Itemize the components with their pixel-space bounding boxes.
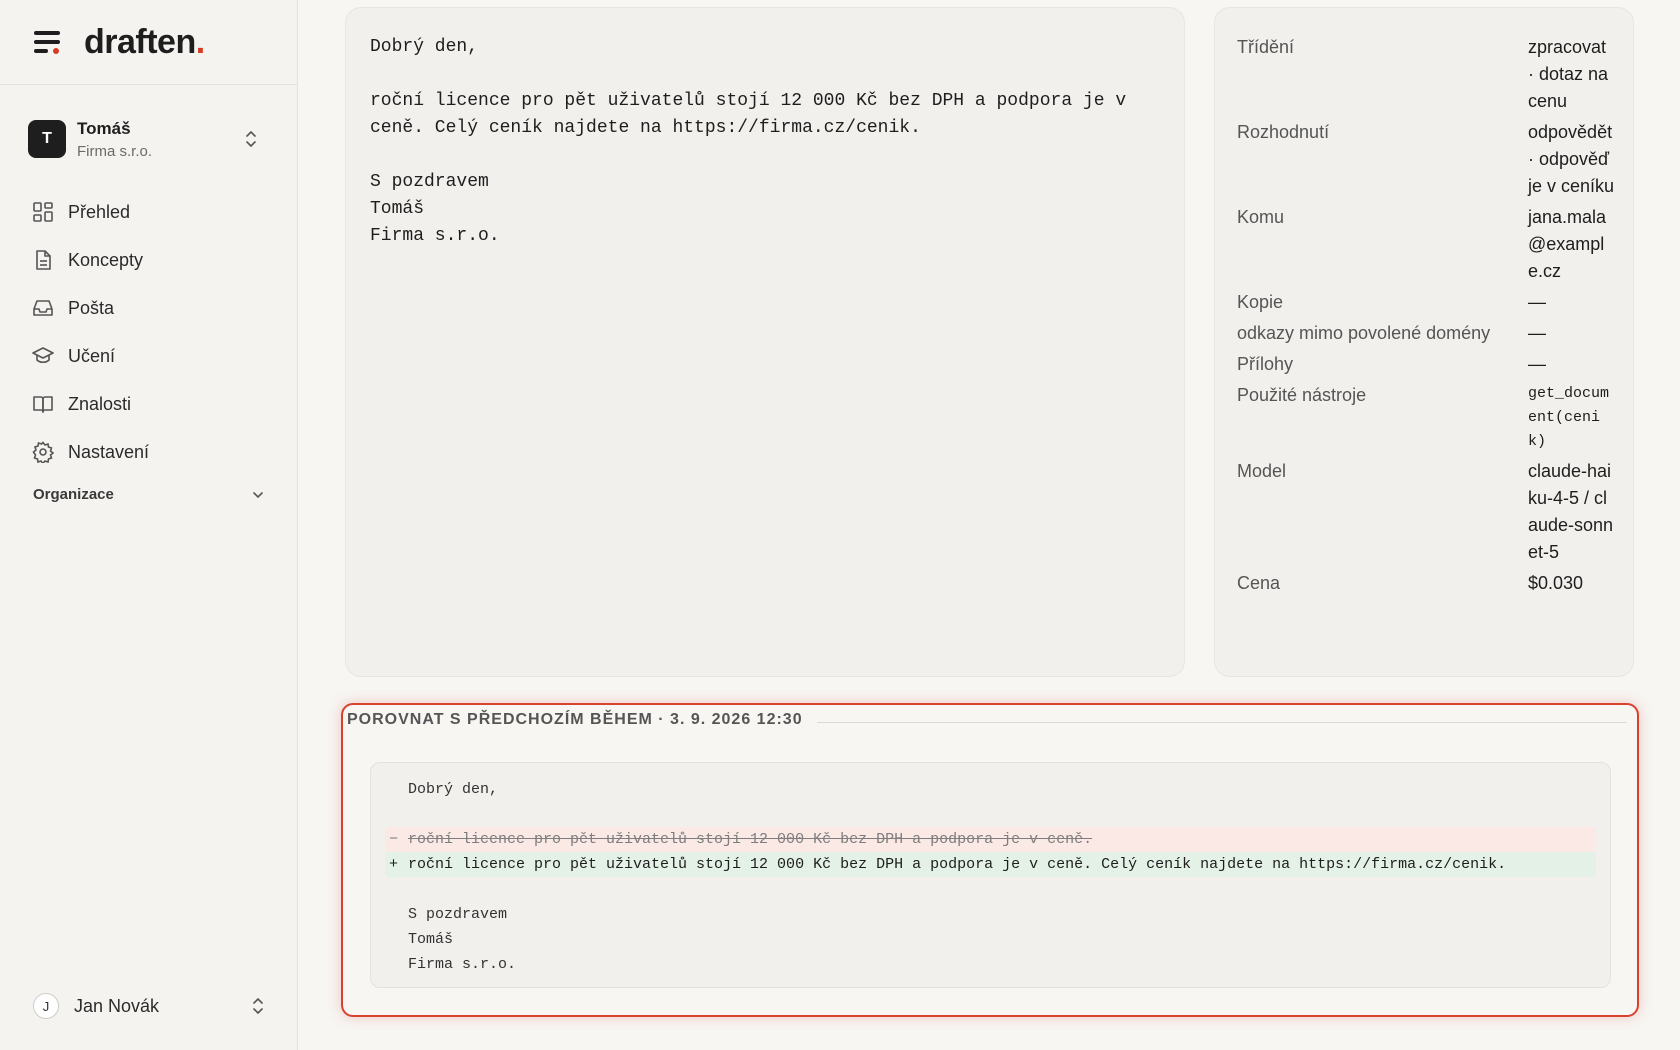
- meta-value: get_document(cenik): [1528, 385, 1610, 450]
- divider: [816, 721, 1627, 723]
- nav-label: Nastavení: [68, 441, 150, 462]
- account-avatar: T: [28, 120, 66, 158]
- chevron-updown-icon: [246, 131, 256, 147]
- nav-label: Učení: [68, 345, 116, 366]
- meta-row-cc: Kopie —: [1237, 289, 1633, 316]
- meta-key: odkazy mimo povolené domény: [1237, 323, 1491, 343]
- nav-label: Koncepty: [68, 249, 144, 270]
- meta-row-external-links: odkazy mimo povolené domény —: [1237, 320, 1633, 347]
- user-name: Jan Novák: [74, 995, 160, 1016]
- email-line: Dobrý den,: [370, 37, 479, 57]
- email-line: S pozdravem: [370, 172, 489, 192]
- meta-key: Komu: [1237, 207, 1285, 227]
- meta-value: $0.030: [1528, 573, 1584, 593]
- meta-value: claude-haiku-4-5 / claude-sonnet-5: [1528, 461, 1614, 562]
- user-avatar: J: [33, 993, 59, 1019]
- diff-line: S pozdravem: [408, 906, 508, 923]
- email-line: [370, 61, 1160, 88]
- meta-row-to: Komu jana.mala@example.cz: [1237, 204, 1633, 285]
- nav-label: Přehled: [68, 201, 131, 222]
- nav-item-posta[interactable]: Pošta: [32, 284, 272, 332]
- dashboard-icon: [33, 202, 53, 222]
- compare-title: POROVNAT S PŘEDCHOZÍM BĚHEM · 3. 9. 2026…: [347, 711, 803, 728]
- inbox-icon: [33, 300, 53, 316]
- main-nav: Přehled Koncepty Pošta Učení Znalosti Na…: [32, 188, 272, 476]
- document-icon: [36, 250, 51, 270]
- diff-line: [385, 877, 1596, 902]
- diff-line: Firma s.r.o.: [408, 956, 517, 973]
- diff-line-removed: − roční licence pro pět uživatelů stojí 1…: [385, 827, 1596, 852]
- user-menu[interactable]: J Jan Novák: [33, 993, 265, 1019]
- meta-value: jana.mala@example.cz: [1528, 207, 1607, 281]
- compare-previous-run-section: POROVNAT S PŘEDCHOZÍM BĚHEM · 3. 9. 2026…: [341, 703, 1639, 1017]
- email-line: Firma s.r.o.: [370, 226, 500, 246]
- diff-line: Tomáš: [408, 931, 454, 948]
- meta-value: zpracovat · dotaz na cenu: [1528, 37, 1609, 111]
- logo-row: draften.: [0, 0, 297, 85]
- book-icon: [33, 396, 53, 413]
- meta-value: —: [1528, 354, 1546, 374]
- draft-email-body: Dobrý den, roční licence pro pět uživate…: [345, 7, 1185, 677]
- meta-key: Rozhodnutí: [1237, 122, 1330, 142]
- nav-label: Pošta: [68, 297, 115, 318]
- chevron-updown-icon: [253, 998, 263, 1014]
- organization-section-toggle[interactable]: Organizace: [33, 486, 265, 503]
- email-line: Tomáš: [370, 199, 425, 219]
- nav-label: Znalosti: [68, 393, 132, 414]
- diff-line-added: + roční licence pro pět uživatelů stojí 1…: [385, 852, 1596, 877]
- account-name: Tomáš: [77, 118, 131, 138]
- sidebar: draften. T Tomáš Firma s.r.o. Přehled Ko…: [0, 0, 298, 1050]
- meta-key: Použité nástroje: [1237, 385, 1367, 405]
- meta-row-model: Model claude-haiku-4-5 / claude-sonnet-5: [1237, 458, 1633, 566]
- email-line: roční licence pro pět uživatelů stojí 12…: [370, 91, 1127, 111]
- meta-value: odpovědět · odpověď je v ceníku: [1528, 122, 1615, 196]
- meta-key: Kopie: [1237, 292, 1284, 312]
- meta-row-triage: Třídění zpracovat · dotaz na cenu: [1237, 34, 1633, 115]
- email-line: ceně. Celý ceník najdete na https://firm…: [370, 118, 921, 138]
- meta-row-tools: Použité nástroje get_document(cenik): [1237, 382, 1633, 454]
- meta-row-attachments: Přílohy —: [1237, 351, 1633, 378]
- meta-key: Cena: [1237, 573, 1281, 593]
- diff-view: Dobrý den, − roční licence pro pět uživat…: [370, 762, 1611, 988]
- graduation-cap-icon: [32, 347, 54, 364]
- nav-item-uceni[interactable]: Učení: [32, 332, 272, 380]
- nav-item-prehled[interactable]: Přehled: [32, 188, 272, 236]
- diff-line: Dobrý den,: [408, 781, 499, 798]
- compare-header: POROVNAT S PŘEDCHOZÍM BĚHEM · 3. 9. 2026…: [347, 711, 1627, 729]
- account-switcher[interactable]: T Tomáš Firma s.r.o.: [28, 114, 278, 164]
- meta-row-decision: Rozhodnutí odpovědět · odpověď je v ceník…: [1237, 119, 1633, 200]
- menu-icon[interactable]: [34, 31, 60, 54]
- chevron-down-icon: [253, 491, 263, 498]
- nav-item-nastaveni[interactable]: Nastavení: [32, 428, 272, 476]
- diff-line: [385, 802, 1596, 827]
- account-org: Firma s.r.o.: [77, 142, 153, 160]
- draft-metadata-panel: Třídění zpracovat · dotaz na cenu Rozhodn…: [1214, 7, 1634, 677]
- logo[interactable]: draften.: [84, 23, 205, 62]
- meta-row-cost: Cena $0.030: [1237, 570, 1633, 597]
- email-line: [370, 142, 1160, 169]
- meta-key: Přílohy: [1237, 354, 1294, 374]
- gear-icon: [32, 441, 54, 463]
- meta-key: Třídění: [1237, 37, 1295, 57]
- meta-key: Model: [1237, 461, 1287, 481]
- meta-value: —: [1528, 323, 1546, 343]
- organization-label: Organizace: [33, 486, 114, 503]
- nav-item-koncepty[interactable]: Koncepty: [32, 236, 272, 284]
- meta-value: —: [1528, 292, 1546, 312]
- nav-item-znalosti[interactable]: Znalosti: [32, 380, 272, 428]
